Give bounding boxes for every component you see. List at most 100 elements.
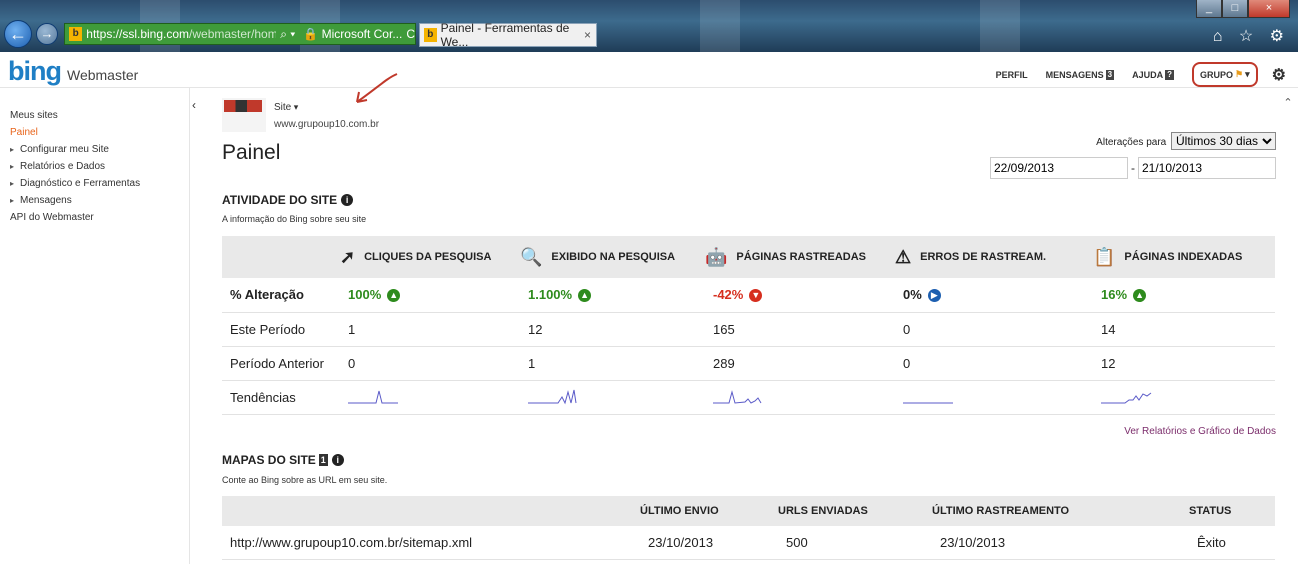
nav-mensagens[interactable]: MENSAGENS 3 [1045, 69, 1115, 80]
row-label: Este Período [222, 312, 340, 347]
gear-icon[interactable]: ⚙ [1272, 65, 1286, 85]
col-indexadas: 📋 PÁGINAS INDEXADAS [1093, 236, 1275, 278]
minimize-button[interactable]: _ [1196, 0, 1222, 18]
table-cell: -42% ▼ [705, 278, 895, 313]
col-label: ÚLTIMO RASTREAMENTO [932, 505, 1070, 517]
sidebar-item-painel[interactable]: Painel [0, 124, 189, 141]
tab-painel[interactable]: b Painel - Ferramentas de We... × [419, 21, 597, 49]
col-label: EXIBIDO NA PESQUISA [551, 251, 676, 263]
sitemap-urls: 500 [778, 526, 932, 560]
messages-badge: 3 [1105, 69, 1115, 80]
sparkline-indexadas [1101, 392, 1152, 404]
table-cell: 289 [705, 346, 895, 381]
table-row: Tendências [222, 380, 1275, 415]
sidebar: Meus sites Painel Configurar meu Site Re… [0, 88, 190, 564]
sidebar-item-mensagens[interactable]: Mensagens [0, 192, 189, 209]
col-label: ERROS DE RASTREAM. [920, 251, 1047, 263]
nav-grupo[interactable]: GRUPO ⚑ ▾ [1192, 62, 1258, 87]
col-erros: ⚠ ERROS DE RASTREAM. [895, 236, 1093, 278]
close-tab-icon[interactable]: × [584, 28, 591, 42]
row-label: Período Anterior [222, 346, 340, 381]
collapse-sidebar-icon[interactable]: ‹ [192, 98, 196, 112]
table-cell: 14 [1093, 312, 1275, 347]
nav-ajuda[interactable]: AJUDA? [1132, 69, 1175, 80]
date-to-field[interactable] [1138, 157, 1276, 179]
sidebar-item-relatorios[interactable]: Relatórios e Dados [0, 158, 189, 175]
range-select[interactable]: Últimos 30 dias [1171, 132, 1276, 150]
table-cell [520, 380, 705, 415]
address-url[interactable]: https://ssl.bing.com/webmaster/hom [86, 27, 276, 41]
sidebar-item-label: Configurar meu Site [20, 144, 109, 155]
activity-title: ATIVIDADE DO SITE i [222, 193, 354, 207]
date-range-selector: Alterações para Últimos 30 dias [1096, 132, 1276, 150]
page-title: Painel [222, 141, 281, 164]
maximize-button[interactable]: □ [1222, 0, 1248, 18]
activity-header-blank [222, 236, 340, 278]
certificate-label[interactable]: 🔒 Microsoft Cor... [303, 27, 402, 41]
row-label: % Alteração [222, 278, 340, 313]
back-button[interactable]: ← [4, 20, 32, 48]
arrow-up-icon: ▲ [578, 289, 592, 303]
forward-button[interactable]: → [36, 23, 58, 45]
sidebar-item-label: Diagnóstico e Ferramentas [20, 178, 141, 189]
sitemap-url[interactable]: http://www.grupoup10.com.br/sitemap.xml [222, 526, 640, 560]
col-ultimo-rastreamento: ÚLTIMO RASTREAMENTO [932, 496, 1189, 526]
activity-table: ➚ CLIQUES DA PESQUISA 🔍 EXIBIDO NA PESQUIS… [222, 236, 1275, 415]
arrow-down-icon: ▼ [749, 289, 763, 303]
magnifier-icon: 🔍 [520, 246, 543, 267]
sidebar-item-meus-sites[interactable]: Meus sites [0, 107, 189, 124]
bing-wordmark: bing [8, 56, 62, 86]
table-row: Período Anterior 0 1 289 0 12 [222, 346, 1275, 381]
col-cliques: ➚ CLIQUES DA PESQUISA [340, 236, 520, 278]
chevron-down-icon: ▾ [1245, 69, 1250, 79]
warning-icon: ⚠ [895, 246, 912, 267]
table-row: % Alteração 100% ▲ 1.100% ▲ -42% ▼ 0% ▶ 16% ▲ [222, 278, 1275, 313]
col-exibido: 🔍 EXIBIDO NA PESQUISA [520, 236, 705, 278]
row-label: Tendências [222, 380, 340, 415]
nav-ajuda-label: AJUDA [1132, 69, 1164, 80]
reports-link[interactable]: Ver Relatórios e Gráfico de Dados [1124, 426, 1276, 437]
date-from-field[interactable] [990, 157, 1128, 179]
sitemaps-header-row: ÚLTIMO ENVIO URLS ENVIADAS ÚLTIMO RASTRE… [222, 496, 1275, 526]
sitemaps-title: MAPAS DO SITE 1 i [222, 453, 344, 467]
info-icon[interactable]: i [341, 194, 354, 206]
toolbar-icons[interactable]: ⌂ ☆ ⚙ [1213, 26, 1290, 46]
address-bar[interactable]: b https://ssl.bing.com/webmaster/hom ⌕ ▾… [64, 23, 416, 45]
sparkline-rastreadas [713, 390, 762, 404]
col-label: PÁGINAS INDEXADAS [1124, 251, 1243, 263]
scrollbar[interactable]: ⌃ [1278, 88, 1298, 564]
search-dropdown-icon[interactable]: ⌕ ▾ [280, 27, 295, 42]
arrow-right-icon: ▶ [927, 289, 941, 303]
sidebar-item-diagnostico[interactable]: Diagnóstico e Ferramentas [0, 175, 189, 192]
close-window-button[interactable]: × [1248, 0, 1290, 18]
table-row[interactable]: http://www.grupoup10.com.br/sitemap.xml … [222, 526, 1275, 560]
col-label: PÁGINAS RASTREADAS [736, 251, 866, 263]
scroll-up-icon[interactable]: ⌃ [1278, 96, 1298, 109]
change-value: 0% [903, 287, 922, 303]
table-cell: 100% ▲ [340, 278, 520, 313]
sparkline-exibido [528, 389, 577, 405]
sidebar-item-api[interactable]: API do Webmaster [0, 209, 189, 226]
bing-logo[interactable]: bing Webmaster [8, 56, 138, 87]
sparkline-erros [903, 402, 953, 404]
arrow-up-icon: ▲ [1133, 289, 1147, 303]
activity-title-text: ATIVIDADE DO SITE [222, 193, 338, 207]
sitemaps-subtitle: Conte ao Bing sobre as URL em seu site. [222, 475, 388, 485]
arrow-up-icon: ▲ [387, 289, 401, 303]
product-name: Webmaster [66, 67, 139, 83]
col-ultimo-envio: ÚLTIMO ENVIO [640, 496, 778, 526]
date-separator: - [1131, 161, 1135, 175]
table-cell: 0 [895, 346, 1093, 381]
nav-perfil[interactable]: PERFIL [996, 70, 1028, 80]
browser-chrome: ← → b https://ssl.bing.com/webmaster/hom… [0, 0, 1298, 52]
date-fields: - [990, 157, 1276, 179]
range-label: Alterações para [1096, 137, 1167, 148]
table-row: Este Período 1 12 165 0 14 [222, 312, 1275, 347]
nav-mensagens-label: MENSAGENS [1045, 69, 1104, 80]
info-icon[interactable]: i [331, 454, 344, 466]
bing-favicon-icon: b [424, 28, 437, 42]
sidebar-item-configurar[interactable]: Configurar meu Site [0, 141, 189, 158]
url-path: /webmaster/hom [189, 27, 277, 41]
table-cell: 1.100% ▲ [520, 278, 705, 313]
refresh-icon[interactable]: C [406, 27, 415, 41]
